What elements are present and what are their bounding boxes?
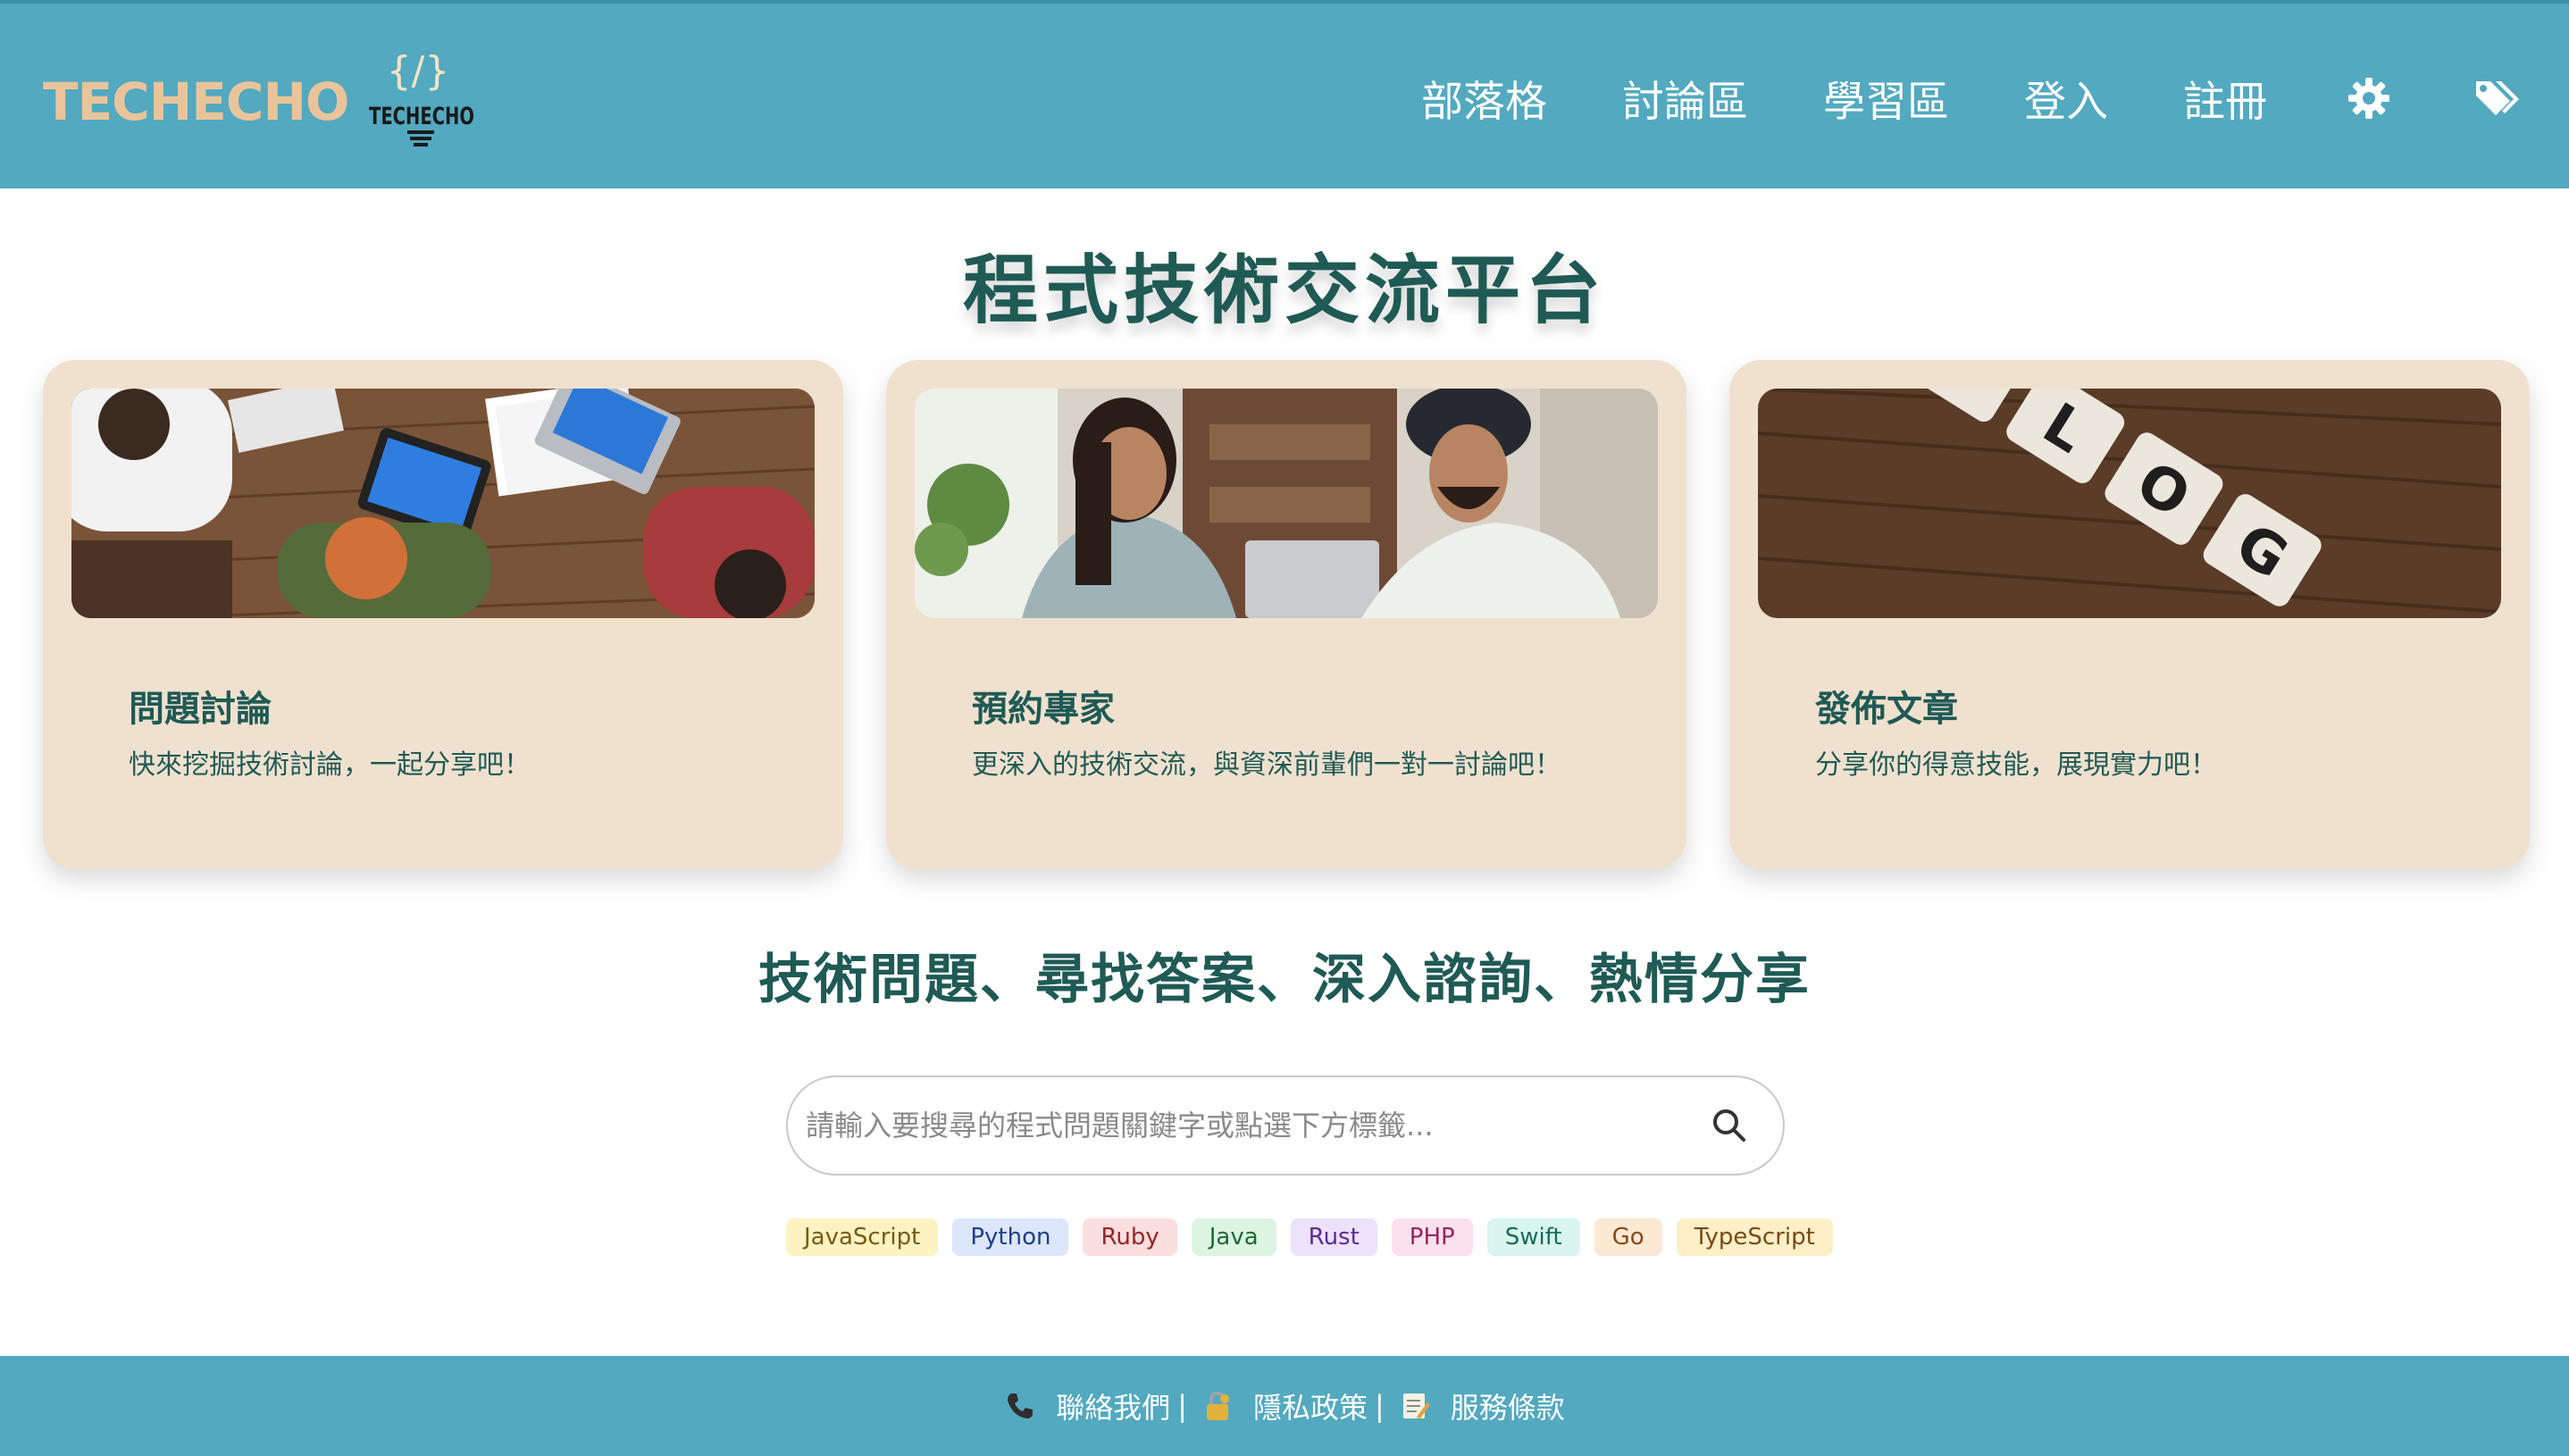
search-input[interactable] — [806, 1077, 1663, 1174]
card-expert[interactable]: 預約專家 更深入的技術交流，與資深前輩們一對一討論吧！ — [886, 360, 1686, 869]
tag-python[interactable]: Python — [952, 1218, 1069, 1256]
card-title: 問題討論 — [129, 689, 272, 730]
footer-separator: | — [1375, 1389, 1385, 1423]
section-subtitle: 技術問題、尋找答案、深入諮詢、熱情分享 — [758, 949, 1811, 1011]
nav-forum[interactable]: 討論區 — [1622, 67, 1748, 129]
tag-java[interactable]: Java — [1191, 1218, 1276, 1256]
main-nav: 部落格 討論區 學習區 登入 註冊 — [1421, 4, 2569, 192]
blog-tiles-photo: L O G — [1758, 389, 2501, 618]
tag-typescript[interactable]: TypeScript — [1676, 1218, 1833, 1256]
search-bar — [786, 1075, 1785, 1176]
card-title: 發佈文章 — [1815, 689, 1958, 730]
nav-blog[interactable]: 部落格 — [1421, 67, 1547, 129]
footer-terms-link[interactable]: 服務條款 — [1451, 1385, 1565, 1427]
nav-login[interactable]: 登入 — [2024, 67, 2108, 129]
tag-swift[interactable]: Swift — [1486, 1218, 1580, 1256]
site-logo[interactable]: TECHECHO {/} TECHECHO — [43, 48, 474, 155]
team-meeting-photo — [71, 389, 815, 618]
logo-text: TECHECHO — [43, 71, 349, 132]
logo-mark-text: TECHECHO — [369, 103, 474, 130]
card-title: 預約專家 — [972, 689, 1115, 730]
tag-php[interactable]: PHP — [1391, 1218, 1473, 1256]
card-desc: 快來挖掘技術討論，一起分享吧！ — [129, 749, 531, 781]
footer-contact-link[interactable]: 聯絡我們 — [1056, 1385, 1170, 1427]
phone-icon — [1008, 1393, 1033, 1418]
search-icon[interactable] — [1710, 1106, 1749, 1145]
logo-mark-icon: {/} TECHECHO — [369, 48, 474, 146]
nav-register[interactable]: 註冊 — [2183, 67, 2267, 129]
site-footer: 聯絡我們 | 隱私政策 | 服務條款 — [0, 1356, 2569, 1456]
card-desc: 分享你的得意技能，展現實力吧！ — [1815, 749, 2217, 781]
site-header: TECHECHO {/} TECHECHO 部落格 討論區 學習區 登入 註冊 — [0, 0, 2569, 188]
card-discussion[interactable]: 問題討論 快來挖掘技術討論，一起分享吧！ — [43, 360, 843, 869]
logo-mark-glyph: {/} — [387, 48, 450, 94]
memo-icon — [1402, 1393, 1430, 1419]
lock-icon — [1206, 1391, 1229, 1420]
tags-icon[interactable] — [2471, 71, 2524, 125]
page-title: 程式技術交流平台 — [962, 247, 1606, 334]
nav-learning[interactable]: 學習區 — [1823, 67, 1949, 129]
card-article[interactable]: L O G 發佈文章 分享你的得意技能，展現實力吧！ — [1729, 360, 2530, 869]
card-desc: 更深入的技術交流，與資深前輩們一對一討論吧！ — [972, 749, 1561, 781]
tag-go[interactable]: Go — [1594, 1218, 1662, 1256]
tag-list: JavaScript Python Ruby Java Rust PHP Swift Go Ty… — [786, 1218, 1847, 1256]
tag-javascript[interactable]: JavaScript — [786, 1218, 939, 1256]
tag-ruby[interactable]: Ruby — [1083, 1218, 1177, 1256]
footer-privacy-link[interactable]: 隱私政策 — [1253, 1385, 1368, 1427]
consultation-photo — [915, 389, 1658, 618]
footer-separator: | — [1177, 1389, 1187, 1423]
gear-icon[interactable] — [2342, 71, 2396, 125]
tag-rust[interactable]: Rust — [1290, 1218, 1377, 1256]
